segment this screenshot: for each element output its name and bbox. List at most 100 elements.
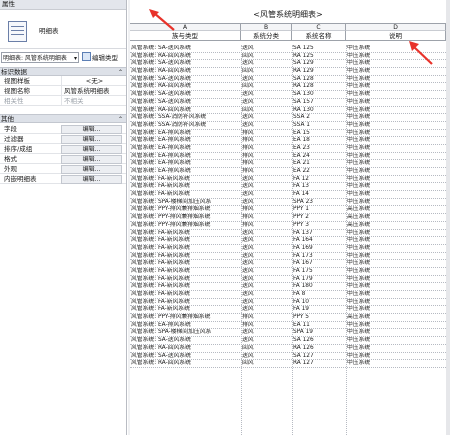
cell-description[interactable]: 中压系统 — [346, 245, 446, 252]
cell-system-classification[interactable]: 回风 — [241, 83, 292, 90]
cell-system-classification[interactable]: 排风 — [241, 168, 292, 175]
cell-system-name[interactable]: FA 175 — [292, 268, 346, 275]
column-letter-a[interactable]: A — [130, 23, 241, 31]
cell-system-name[interactable]: EA 22 — [292, 168, 346, 175]
table-row[interactable]: 风管系统: RA-回风系统 回风 RA 125 中压系统 — [130, 53, 446, 61]
cell-system-name[interactable]: RA 127 — [292, 360, 346, 367]
cell-family-type[interactable]: 风管系统: SA-送风系统 — [130, 60, 241, 67]
cell-description[interactable]: 中压系统 — [346, 99, 446, 106]
cell-description[interactable]: 中压系统 — [346, 299, 446, 306]
edit-type-button[interactable]: 编辑类型 — [82, 52, 118, 63]
cell-system-name[interactable]: SA 129 — [292, 60, 346, 67]
cell-system-name[interactable]: FA 13 — [292, 183, 346, 190]
table-row[interactable]: 风管系统: FA-新风系统 送风 FA 8 中压系统 — [130, 291, 446, 299]
table-row[interactable]: 风管系统: EA-排风系统 排风 EA 22 中压系统 — [130, 168, 446, 176]
cell-family-type[interactable]: 风管系统: FA-新风系统 — [130, 230, 241, 237]
cell-description[interactable]: 中压系统 — [346, 360, 446, 367]
cell-system-classification[interactable]: 排风 — [241, 206, 292, 213]
cell-family-type[interactable]: 风管系统: SA-送风系统 — [130, 91, 241, 98]
cell-description[interactable]: 中压系统 — [346, 114, 446, 121]
table-row[interactable]: 风管系统: FA-新风系统 送风 FA 14 中压系统 — [130, 191, 446, 199]
cell-family-type[interactable]: 风管系统: SSA-消防补风系统 — [130, 122, 241, 129]
cell-family-type[interactable]: 风管系统: PPY-排风兼排烟系统 — [130, 222, 241, 229]
table-row[interactable]: 风管系统: EA-排风系统 排风 EA 21 中压系统 — [130, 160, 446, 168]
cell-family-type[interactable]: 风管系统: SA-送风系统 — [130, 353, 241, 360]
table-row[interactable]: 风管系统: FA-新风系统 送风 FA 179 中压系统 — [130, 276, 446, 284]
table-row[interactable]: 风管系统: RA-回风系统 回风 RA 129 中压系统 — [130, 68, 446, 76]
table-row[interactable]: 风管系统: FA-新风系统 送风 FA 180 中压系统 — [130, 283, 446, 291]
cell-system-classification[interactable]: 回风 — [241, 68, 292, 75]
cell-system-name[interactable]: FA 19 — [292, 306, 346, 313]
cell-description[interactable]: 中压系统 — [346, 191, 446, 198]
cell-system-classification[interactable]: 送风 — [241, 353, 292, 360]
cell-system-classification[interactable]: 送风 — [241, 291, 292, 298]
cell-description[interactable]: 中压系统 — [346, 230, 446, 237]
cell-description[interactable]: 中压系统 — [346, 199, 446, 206]
table-row[interactable]: 风管系统: SSA-消防补风系统 送风 SSA 1 中压系统 — [130, 122, 446, 130]
table-row[interactable]: 风管系统: PPY-排风兼排烟系统 排风 PPY 1 高压系统 — [130, 206, 446, 215]
section-identity-data[interactable]: 标识数据 ⌃ — [0, 67, 126, 76]
cell-family-type[interactable]: 风管系统: PPY-排风兼排烟系统 — [130, 206, 241, 213]
cell-system-name[interactable]: SSA 2 — [292, 114, 346, 121]
cell-description[interactable]: 高压系统 — [346, 214, 446, 221]
column-letter-d[interactable]: D — [346, 23, 446, 31]
cell-system-classification[interactable]: 送风 — [241, 283, 292, 290]
table-row[interactable]: 风管系统: EA-排风系统 排风 EA 18 中压系统 — [130, 137, 446, 145]
cell-system-classification[interactable]: 送风 — [241, 276, 292, 283]
cell-family-type[interactable]: 风管系统: RA-回风系统 — [130, 345, 241, 352]
cell-system-name[interactable]: FA 167 — [292, 260, 346, 267]
cell-description[interactable]: 中压系统 — [346, 76, 446, 83]
cell-system-classification[interactable]: 排风 — [241, 222, 292, 229]
table-row[interactable]: 风管系统: EA-排风系统 排风 EA 15 中压系统 — [130, 130, 446, 138]
cell-system-classification[interactable]: 送风 — [241, 191, 292, 198]
cell-family-type[interactable]: 风管系统: SPA-楼梯间加压风系 — [130, 329, 241, 336]
cell-description[interactable]: 中压系统 — [346, 122, 446, 129]
cell-description[interactable]: 高压系统 — [346, 314, 446, 321]
table-row[interactable]: 风管系统: SPA-楼梯间加压风系 送风 SPA 19 中压系统 — [130, 329, 446, 338]
table-row[interactable]: 风管系统: FA-新风系统 送风 FA 137 中压系统 — [130, 230, 446, 238]
table-row[interactable]: 风管系统: PPY-排风兼排烟系统 排风 PPY 2 高压系统 — [130, 214, 446, 222]
cell-system-name[interactable]: FA 14 — [292, 191, 346, 198]
table-row[interactable]: 风管系统: SA-送风系统 送风 SA 126 中压系统 — [130, 337, 446, 345]
cell-description[interactable]: 中压系统 — [346, 329, 446, 336]
cell-system-name[interactable]: EA 24 — [292, 153, 346, 160]
cell-description[interactable]: 高压系统 — [346, 222, 446, 229]
cell-description[interactable]: 中压系统 — [346, 237, 446, 244]
schedule-title[interactable]: <风管系统明细表> — [130, 9, 446, 20]
table-row[interactable]: 风管系统: SA-送风系统 送风 SA 129 中压系统 — [130, 60, 446, 69]
section-other[interactable]: 其他 ⌃ — [0, 114, 126, 123]
header-system-classification[interactable]: 系统分类 — [241, 31, 292, 41]
cell-system-name[interactable]: RA 128 — [292, 83, 346, 90]
vertical-scrollbar[interactable] — [446, 0, 450, 435]
cell-family-type[interactable]: 风管系统: SSA-消防补风系统 — [130, 114, 241, 121]
embedded-schedule-edit-button[interactable]: 编辑... — [61, 175, 122, 184]
table-row[interactable]: 风管系统: EA-排风系统 排风 EA 11 中压系统 — [130, 322, 446, 330]
cell-family-type[interactable]: 风管系统: EA-排风系统 — [130, 160, 241, 167]
column-letter-b[interactable]: B — [241, 23, 292, 31]
cell-system-name[interactable]: SA 128 — [292, 76, 346, 83]
cell-description[interactable]: 中压系统 — [346, 306, 446, 313]
cell-system-classification[interactable]: 送风 — [241, 99, 292, 106]
cell-family-type[interactable]: 风管系统: EA-排风系统 — [130, 153, 241, 160]
cell-family-type[interactable]: 风管系统: SA-送风系统 — [130, 337, 241, 344]
cell-description[interactable]: 中压系统 — [346, 260, 446, 267]
cell-family-type[interactable]: 风管系统: FA-新风系统 — [130, 268, 241, 275]
cell-system-name[interactable]: FA 137 — [292, 230, 346, 237]
cell-family-type[interactable]: 风管系统: FA-新风系统 — [130, 260, 241, 267]
cell-system-name[interactable]: FA 179 — [292, 276, 346, 283]
formatting-edit-button[interactable]: 编辑... — [61, 155, 122, 164]
cell-system-name[interactable]: RA 129 — [292, 68, 346, 75]
appearance-edit-button[interactable]: 编辑... — [61, 165, 122, 174]
table-row[interactable]: 风管系统: FA-新风系统 送风 FA 13 中压系统 — [130, 183, 446, 192]
cell-description[interactable]: 中压系统 — [346, 283, 446, 290]
table-row[interactable]: 风管系统: EA-排风系统 排风 EA 24 中压系统 — [130, 153, 446, 161]
cell-system-classification[interactable]: 送风 — [241, 230, 292, 237]
filter-edit-button[interactable]: 编辑... — [61, 135, 122, 144]
table-row[interactable]: 风管系统: RA-回风系统 回风 RA 130 中压系统 — [130, 107, 446, 115]
table-row[interactable]: 风管系统: PPY-排风兼排烟系统 排风 PPY 3 高压系统 — [130, 222, 446, 230]
cell-family-type[interactable]: 风管系统: SA-送风系统 — [130, 76, 241, 83]
cell-system-classification[interactable]: 送风 — [241, 306, 292, 313]
cell-system-classification[interactable]: 排风 — [241, 130, 292, 137]
cell-description[interactable]: 中压系统 — [346, 268, 446, 275]
cell-family-type[interactable]: 风管系统: FA-新风系统 — [130, 283, 241, 290]
